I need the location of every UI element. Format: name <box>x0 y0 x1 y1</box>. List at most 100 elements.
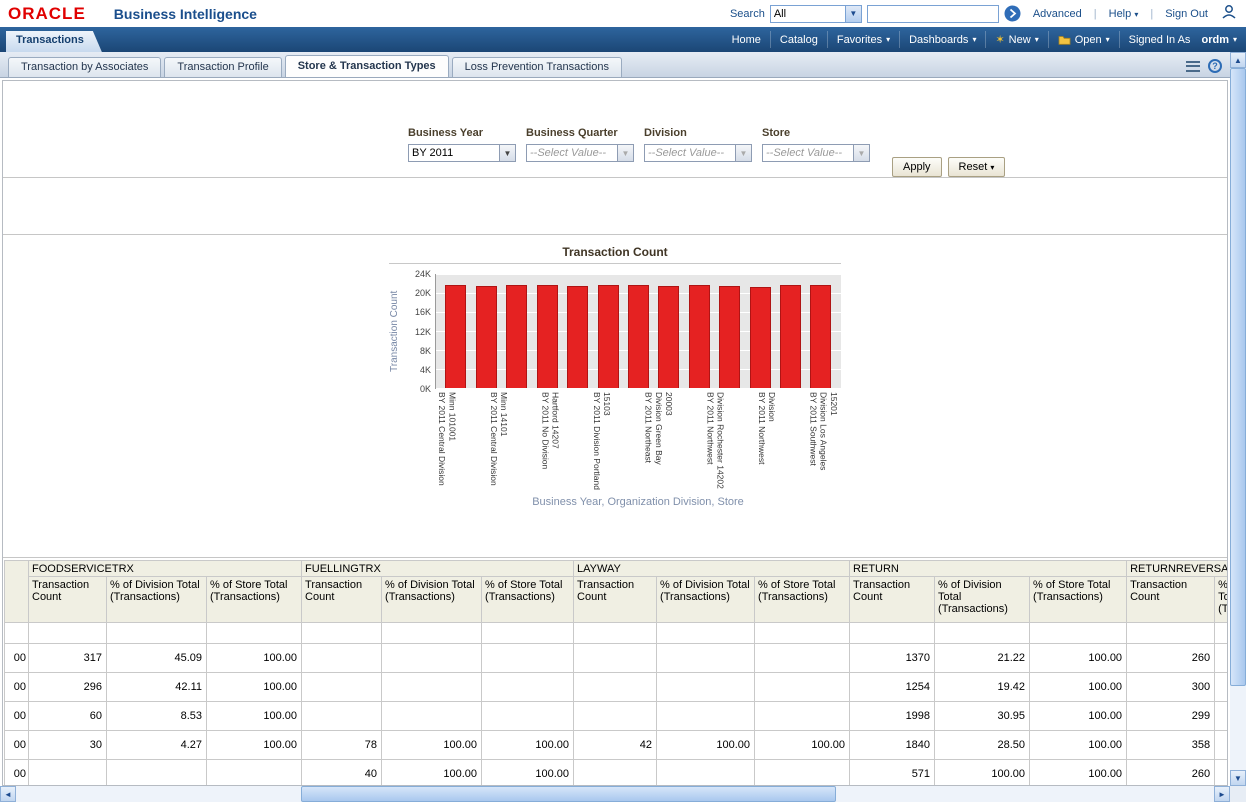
cell <box>1215 731 1227 760</box>
y-tick-label: 8K <box>420 346 431 356</box>
nav-open[interactable]: Open▾ <box>1048 31 1119 48</box>
chart-section: Transaction Count Transaction Count 24K2… <box>3 235 1227 558</box>
x-axis-label: BY 2011 Northeast Division Green Bay 200… <box>643 392 674 490</box>
bar[interactable] <box>658 286 679 388</box>
cell <box>1215 702 1227 731</box>
bar[interactable] <box>719 286 740 388</box>
tab-transaction-profile[interactable]: Transaction Profile <box>164 57 281 77</box>
cell: 1370 <box>850 644 935 673</box>
cell: 299 <box>1127 702 1215 731</box>
reset-button[interactable]: Reset ▾ <box>948 157 1006 177</box>
bar[interactable] <box>567 286 588 388</box>
help-link[interactable]: Help ▾ <box>1102 8 1146 20</box>
tab-store-transaction-types[interactable]: Store & Transaction Types <box>285 55 449 77</box>
cell <box>207 623 302 644</box>
cell <box>302 644 382 673</box>
vscroll-track[interactable] <box>1230 68 1246 770</box>
cell: 358 <box>1127 731 1215 760</box>
page-options-icon[interactable] <box>1186 61 1200 72</box>
cell: 317 <box>29 644 107 673</box>
bar[interactable] <box>810 285 831 388</box>
hscroll-track[interactable] <box>16 786 1214 802</box>
bar[interactable] <box>506 285 527 388</box>
search-scope-select[interactable]: All ▼ <box>770 5 862 23</box>
tab-loss-prevention-transactions[interactable]: Loss Prevention Transactions <box>452 57 622 77</box>
tab-transaction-by-associates[interactable]: Transaction by Associates <box>8 57 161 77</box>
gridline <box>436 388 841 389</box>
business-quarter-select[interactable]: --Select Value-- ▼ <box>526 144 634 162</box>
vertical-scrollbar[interactable]: ▲ ▼ <box>1230 52 1246 786</box>
column-group-header: FOODSERVICETRX <box>29 561 302 577</box>
apply-button[interactable]: Apply <box>892 157 942 177</box>
chevron-down-icon[interactable]: ▼ <box>499 145 515 161</box>
y-tick-label: 16K <box>415 307 431 317</box>
prompt-label: Business Year <box>408 127 516 139</box>
prompt-section: Business Year BY 2011 ▼ Business Quarter… <box>3 81 1227 178</box>
chevron-down-icon[interactable]: ▼ <box>853 145 869 161</box>
cell <box>482 623 574 644</box>
scroll-up-icon[interactable]: ▲ <box>1230 52 1246 68</box>
cell <box>755 673 850 702</box>
help-icon[interactable]: ? <box>1208 59 1222 73</box>
column-header: % of Store Total (Transactions) <box>207 577 302 623</box>
business-year-select[interactable]: BY 2011 ▼ <box>408 144 516 162</box>
bar[interactable] <box>780 285 801 388</box>
cell: 4.27 <box>107 731 207 760</box>
bar[interactable] <box>445 285 466 388</box>
vscroll-thumb[interactable] <box>1230 68 1246 686</box>
new-star-icon: ✶ <box>995 33 1004 46</box>
cell <box>382 702 482 731</box>
cell: 300 <box>1127 673 1215 702</box>
nav-new[interactable]: ✶New▾ <box>985 31 1047 48</box>
chevron-down-icon[interactable]: ▼ <box>735 145 751 161</box>
nav-home[interactable]: Home <box>723 31 770 48</box>
cell: 100.00 <box>935 760 1030 786</box>
cell: 60 <box>29 702 107 731</box>
scroll-down-icon[interactable]: ▼ <box>1230 770 1246 786</box>
bar[interactable] <box>689 285 710 388</box>
cell: 100.00 <box>1030 760 1127 786</box>
search-go-icon[interactable] <box>1004 5 1021 22</box>
chevron-down-icon[interactable]: ▼ <box>617 145 633 161</box>
bar[interactable] <box>476 286 497 388</box>
division-select[interactable]: --Select Value-- ▼ <box>644 144 752 162</box>
cell <box>657 673 755 702</box>
bar[interactable] <box>750 287 771 388</box>
nav-favorites[interactable]: Favorites▾ <box>827 31 899 48</box>
prompt-business-quarter: Business Quarter --Select Value-- ▼ <box>526 127 634 162</box>
nav-dashboards[interactable]: Dashboards▾ <box>899 31 985 48</box>
bar[interactable] <box>628 285 649 388</box>
cell <box>29 623 107 644</box>
cell <box>1215 760 1227 786</box>
cell <box>657 644 755 673</box>
column-group-header: RETURN <box>850 561 1127 577</box>
bar[interactable] <box>598 285 619 388</box>
dashboard-tab-transactions[interactable]: Transactions <box>6 31 102 52</box>
sign-out-link[interactable]: Sign Out <box>1158 8 1215 20</box>
search-area: Search All ▼ Advanced | Help ▾ | Sign Ou… <box>730 4 1238 23</box>
prompt-label: Business Quarter <box>526 127 634 139</box>
cell <box>207 760 302 786</box>
scroll-right-icon[interactable]: ► <box>1214 786 1230 802</box>
chevron-down-icon: ▾ <box>972 35 976 44</box>
search-scope-value: All <box>771 6 845 22</box>
cell: 1840 <box>850 731 935 760</box>
cell <box>574 702 657 731</box>
cell <box>574 673 657 702</box>
row-stub-header <box>5 561 29 623</box>
nav-catalog[interactable]: Catalog <box>770 31 827 48</box>
advanced-link[interactable]: Advanced <box>1026 8 1089 20</box>
x-axis-labels: BY 2011 Central Division Minn 101001BY 2… <box>435 389 841 492</box>
hscroll-thumb[interactable] <box>301 786 836 802</box>
cell: 100.00 <box>482 731 574 760</box>
store-select[interactable]: --Select Value-- ▼ <box>762 144 870 162</box>
chart-plot-area <box>435 274 841 389</box>
search-input[interactable] <box>867 5 999 23</box>
nav-signed-in-as[interactable]: Signed In As ordm▾ <box>1119 31 1246 48</box>
horizontal-scrollbar[interactable]: ◄ ► <box>0 786 1230 802</box>
bar[interactable] <box>537 285 558 388</box>
cell: 30.95 <box>935 702 1030 731</box>
scroll-left-icon[interactable]: ◄ <box>0 786 16 802</box>
chevron-down-icon[interactable]: ▼ <box>845 6 861 22</box>
dashboard-content: Business Year BY 2011 ▼ Business Quarter… <box>2 80 1228 786</box>
